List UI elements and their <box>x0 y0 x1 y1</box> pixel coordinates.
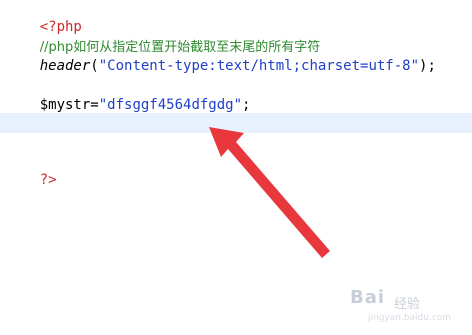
close-paren: ); <box>419 58 436 74</box>
baidu-watermark: Bai 经验 jingyan.baidu.com <box>348 287 458 327</box>
arrow-shape <box>209 127 330 258</box>
watermark-sub: 经验 <box>394 297 421 312</box>
mystr-string: "dfsggf4564dfgdg" <box>98 97 243 113</box>
code-line-assignment: $mystr="dfsggf4564dfgdg"; <box>6 78 251 132</box>
php-close-tag: ?> <box>39 172 57 188</box>
variable-mystr: $mystr <box>39 97 91 113</box>
watermark-url: jingyan.baidu.com <box>368 313 452 323</box>
header-string: "Content-type:text/html;charset=utf-8" <box>98 58 420 74</box>
code-editor[interactable]: <?php //php如何从指定位置开始截取至末尾的所有字符 header("C… <box>0 0 472 335</box>
semicolon: ; <box>242 97 251 113</box>
watermark-brand: Bai <box>350 287 386 308</box>
open-paren: ( <box>90 58 99 74</box>
code-line-php-close: ?> <box>6 153 57 207</box>
assign-operator: = <box>90 97 99 113</box>
header-function: header <box>39 58 91 74</box>
